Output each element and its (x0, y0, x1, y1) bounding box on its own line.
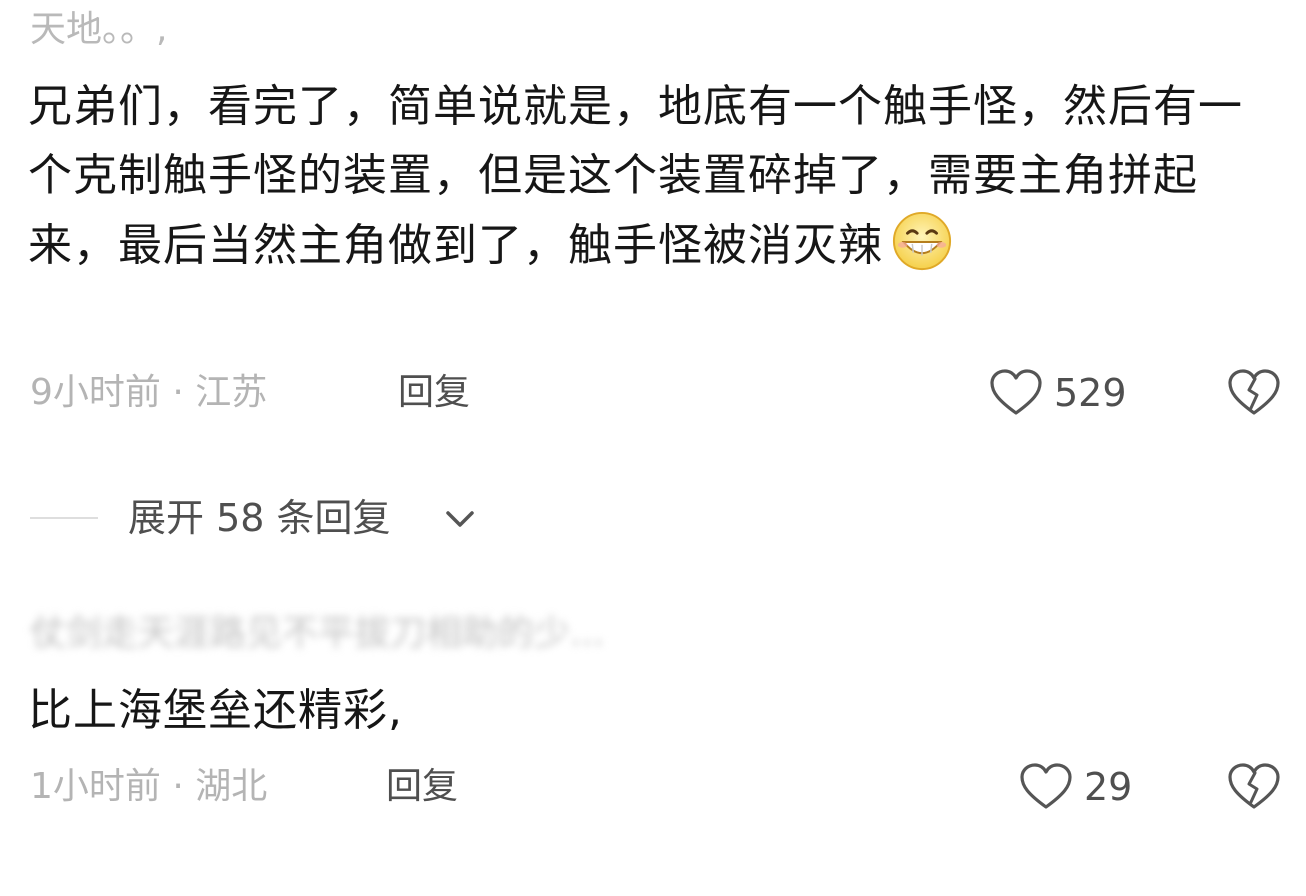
comment-meta: 1小时前 · 湖北 回复 29 (30, 762, 1282, 812)
like-button[interactable]: 29 (1018, 762, 1148, 812)
comment-time-location: 9小时前 · 江苏 (30, 372, 268, 413)
divider (30, 517, 98, 519)
like-button[interactable]: 529 (988, 368, 1148, 418)
like-count: 529 (1054, 371, 1127, 415)
broken-heart-icon[interactable] (1226, 368, 1282, 418)
comment-username[interactable]: 仗剑走天涯路见不平拔刀相助的少... (30, 612, 604, 656)
heart-outline-icon (1020, 763, 1072, 809)
grinning-face-emoji-icon (892, 211, 952, 271)
like-count: 29 (1084, 765, 1133, 809)
comment-time-location: 1小时前 · 湖北 (30, 766, 268, 807)
comment-meta: 9小时前 · 江苏 回复 529 (30, 368, 1282, 418)
heart-outline-icon (990, 369, 1042, 415)
broken-heart-icon[interactable] (1226, 762, 1282, 812)
comment-list: 天地。。, 兄弟们，看完了，简单说就是，地底有一个触手怪，然后有一个克制触手怪的… (0, 0, 1306, 896)
comment-text: 兄弟们，看完了，简单说就是，地底有一个触手怪，然后有一个克制触手怪的装置，但是这… (28, 72, 1278, 280)
reply-button[interactable]: 回复 (386, 762, 458, 812)
reply-button[interactable]: 回复 (398, 368, 470, 418)
expand-replies-label: 展开 58 条回复 (128, 496, 391, 540)
comment-text: 比上海堡垒还精彩, (28, 676, 1278, 745)
comment-username[interactable]: 天地。。, (30, 8, 167, 52)
comment-text-content: 兄弟们，看完了，简单说就是，地底有一个触手怪，然后有一个克制触手怪的装置，但是这… (28, 81, 1243, 271)
chevron-down-icon (446, 511, 474, 527)
comment-text-content: 比上海堡垒还精彩, (28, 685, 403, 736)
expand-replies-button[interactable]: 展开 58 条回复 (30, 490, 630, 546)
